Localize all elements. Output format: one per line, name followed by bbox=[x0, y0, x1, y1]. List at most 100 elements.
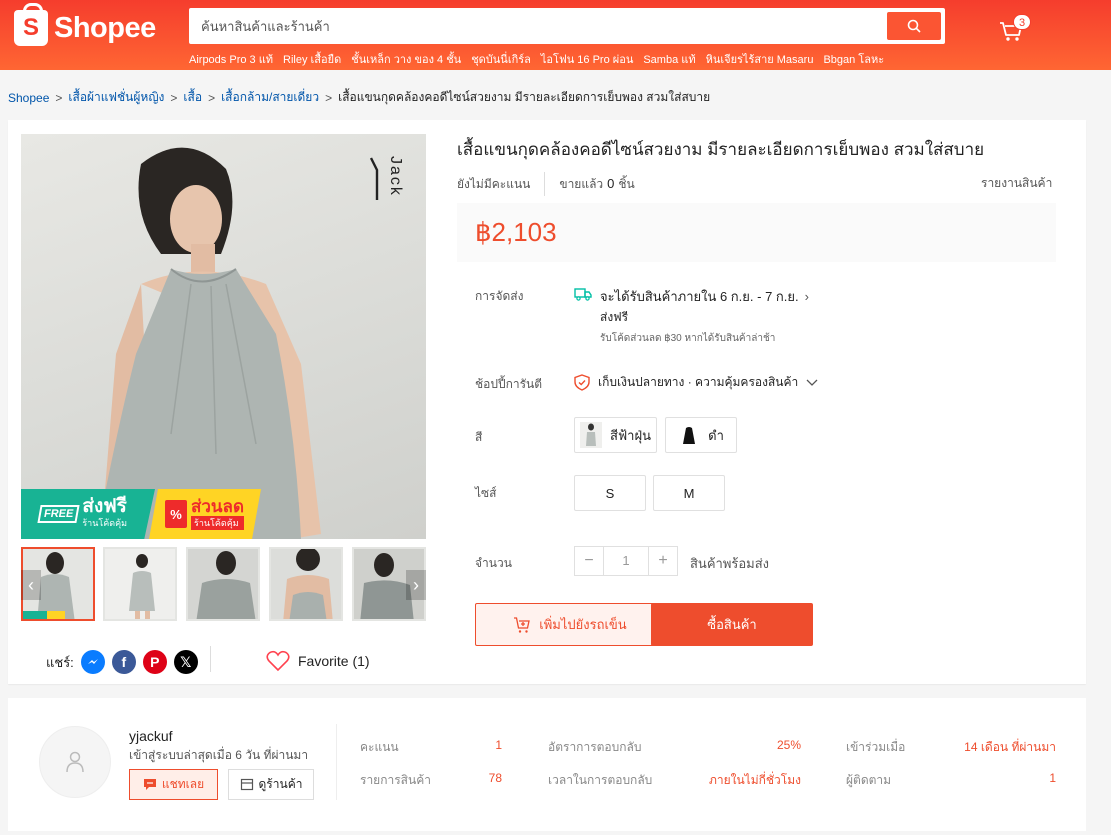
chevron-right-icon: › bbox=[413, 574, 419, 595]
shop-avatar[interactable] bbox=[39, 726, 111, 798]
suggestion-link[interactable]: ชั้นเหล็ก วาง ของ 4 ชั้น bbox=[351, 50, 461, 68]
shopee-logo[interactable]: S Shopee bbox=[14, 3, 156, 46]
product-panel: Jack FREE ส่งฟรี ร้านโค้ดคุ้ม % ส่วนลด ร… bbox=[8, 120, 1086, 684]
shield-icon bbox=[574, 374, 590, 391]
delivery-estimate[interactable]: จะได้รับสินค้าภายใน 6 ก.ย. - 7 ก.ย. › bbox=[600, 286, 809, 307]
guarantee-text: เก็บเงินปลายทาง · ความคุ้มครองสินค้า bbox=[598, 375, 799, 389]
price-box: ฿2,103 bbox=[457, 203, 1056, 262]
quantity-label: จำนวน bbox=[475, 556, 512, 570]
stat-label-response-rate: อัตราการตอบกลับ bbox=[548, 740, 642, 754]
suggestion-link[interactable]: ไอโฟน 16 Pro ผ่อน bbox=[541, 50, 633, 68]
add-to-cart-button[interactable]: เพิ่มไปยังรถเข็น bbox=[475, 603, 665, 646]
breadcrumb-link[interactable]: Shopee bbox=[8, 91, 49, 105]
share-label: แชร์: bbox=[46, 654, 74, 670]
breadcrumb-link[interactable]: เสื้อกล้าม/สายเดี่ยว bbox=[221, 88, 319, 107]
breadcrumb-separator: > bbox=[325, 90, 333, 105]
color-swatch-image bbox=[580, 422, 603, 448]
product-main-image[interactable]: Jack FREE ส่งฟรี ร้านโค้ดคุ้ม % ส่วนลด ร… bbox=[21, 134, 426, 539]
thumbnail-3[interactable] bbox=[186, 547, 260, 621]
pinterest-icon[interactable]: P bbox=[142, 650, 167, 674]
breadcrumb-separator: > bbox=[55, 90, 63, 105]
favorite-count: Favorite (1) bbox=[298, 653, 370, 669]
color-option-black[interactable]: ดำ bbox=[665, 417, 737, 453]
breadcrumb-separator: > bbox=[208, 90, 216, 105]
chat-icon bbox=[143, 779, 156, 790]
sold-info: ขายแล้ว 0 ชิ้น bbox=[545, 175, 634, 194]
size-option-m[interactable]: M bbox=[653, 475, 725, 511]
thumbnail-prev-button[interactable]: ‹ bbox=[21, 570, 41, 600]
heart-icon bbox=[266, 650, 290, 672]
suggestion-link[interactable]: Airpods Pro 3 แท้ bbox=[189, 50, 273, 68]
shipping-label: การจัดส่ง bbox=[475, 289, 524, 303]
chevron-down-icon bbox=[806, 379, 818, 386]
stat-label-response-time: เวลาในการตอบกลับ bbox=[548, 773, 653, 787]
thumbnail-4[interactable] bbox=[269, 547, 343, 621]
free-tag: FREE bbox=[37, 505, 80, 523]
sold-count: 0 bbox=[607, 175, 615, 191]
search-suggestions: Airpods Pro 3 แท้ Riley เสื้อยืด ชั้นเหล… bbox=[189, 50, 884, 68]
product-price: ฿2,103 bbox=[475, 217, 557, 247]
suggestion-link[interactable]: Bbgan โลหะ bbox=[823, 50, 884, 68]
search-button[interactable] bbox=[887, 12, 941, 40]
add-cart-icon bbox=[514, 616, 531, 633]
report-link[interactable]: รายงานสินค้า bbox=[981, 174, 1052, 193]
share-row: แชร์: f P 𝕏 bbox=[46, 650, 198, 674]
messenger-icon[interactable] bbox=[80, 650, 105, 674]
discount-text: ส่วนลด bbox=[191, 497, 245, 516]
breadcrumb-separator: > bbox=[170, 90, 178, 105]
stat-label-joined: เข้าร่วมเมื่อ bbox=[846, 740, 906, 754]
free-shipping-label: ส่งฟรี bbox=[600, 310, 629, 324]
stat-value-response-time: ภายในไม่กี่ชั่วโมง bbox=[708, 773, 801, 787]
search-bar bbox=[189, 8, 945, 44]
brand-watermark: Jack bbox=[387, 156, 404, 197]
x-twitter-icon[interactable]: 𝕏 bbox=[173, 650, 198, 674]
suggestion-link[interactable]: Samba แท้ bbox=[643, 50, 695, 68]
product-photo-illustration bbox=[96, 147, 321, 539]
chevron-right-icon: › bbox=[804, 289, 809, 304]
percent-icon: % bbox=[165, 500, 187, 528]
store-icon bbox=[240, 778, 253, 791]
chat-now-label: แชทเลย bbox=[161, 777, 205, 791]
free-shipping-sub: ร้านโค้ดคุ้ม bbox=[82, 518, 128, 528]
shop-divider bbox=[336, 724, 337, 800]
quantity-input[interactable]: 1 bbox=[603, 547, 649, 575]
suggestion-link[interactable]: Riley เสื้อยืด bbox=[283, 50, 341, 68]
quantity-decrease-button[interactable]: − bbox=[575, 547, 603, 575]
thumbnail-2[interactable] bbox=[103, 547, 177, 621]
promo-banner: FREE ส่งฟรี ร้านโค้ดคุ้ม % ส่วนลด ร้านโค… bbox=[21, 489, 426, 539]
breadcrumb-link[interactable]: เสื้อผ้าแฟชั่นผู้หญิง bbox=[68, 88, 164, 107]
shopee-bag-icon: S bbox=[14, 3, 48, 46]
cart-count-badge: 3 bbox=[1013, 14, 1031, 30]
shop-name: yjackuf bbox=[129, 728, 173, 744]
shop-panel: yjackuf เข้าสู่ระบบล่าสุดเมื่อ 6 วัน ที่… bbox=[8, 698, 1086, 831]
free-shipping-text: ส่งฟรี bbox=[82, 496, 127, 517]
guarantee-info[interactable]: เก็บเงินปลายทาง · ความคุ้มครองสินค้า bbox=[574, 373, 818, 392]
size-option-s[interactable]: S bbox=[574, 475, 646, 511]
buy-now-button[interactable]: ซื้อสินค้า bbox=[651, 603, 813, 646]
facebook-icon[interactable]: f bbox=[111, 650, 136, 674]
product-meta: ยังไม่มีคะแนน ขายแล้ว 0 ชิ้น bbox=[457, 172, 635, 196]
suggestion-link[interactable]: หินเจียรไร้สาย Masaru bbox=[706, 50, 814, 68]
chevron-left-icon: ‹ bbox=[28, 574, 34, 595]
chat-now-button[interactable]: แชทเลย bbox=[129, 769, 218, 800]
quantity-increase-button[interactable]: + bbox=[649, 547, 677, 575]
color-option-dusty-blue[interactable]: สีฟ้าฝุ่น bbox=[574, 417, 657, 453]
color-option-label: สีฟ้าฝุ่น bbox=[610, 427, 651, 443]
stat-value-followers: 1 bbox=[1049, 771, 1056, 785]
breadcrumb-link[interactable]: เสื้อ bbox=[183, 88, 202, 107]
favorite-button[interactable]: Favorite (1) bbox=[266, 650, 370, 672]
stat-label-products: รายการสินค้า bbox=[360, 773, 431, 787]
free-shipping-badge: FREE ส่งฟรี ร้านโค้ดคุ้ม bbox=[21, 489, 155, 539]
add-to-cart-label: เพิ่มไปยังรถเข็น bbox=[539, 617, 627, 632]
suggestion-link[interactable]: ชุดบันนี่เกิร์ล bbox=[471, 50, 531, 68]
color-swatch-image bbox=[678, 422, 701, 448]
thumbnail-next-button[interactable]: › bbox=[406, 570, 426, 600]
truck-icon bbox=[574, 288, 592, 301]
view-shop-button[interactable]: ดูร้านค้า bbox=[228, 769, 314, 800]
stat-value-products: 78 bbox=[488, 771, 502, 785]
discount-badge: % ส่วนลด ร้านโค้ดคุ้ม bbox=[149, 489, 261, 539]
discount-sub: ร้านโค้ดคุ้ม bbox=[191, 516, 245, 530]
thumbnail-strip: ‹ › bbox=[21, 547, 426, 623]
search-input[interactable] bbox=[191, 10, 881, 42]
stat-value-response-rate: 25% bbox=[776, 738, 801, 752]
